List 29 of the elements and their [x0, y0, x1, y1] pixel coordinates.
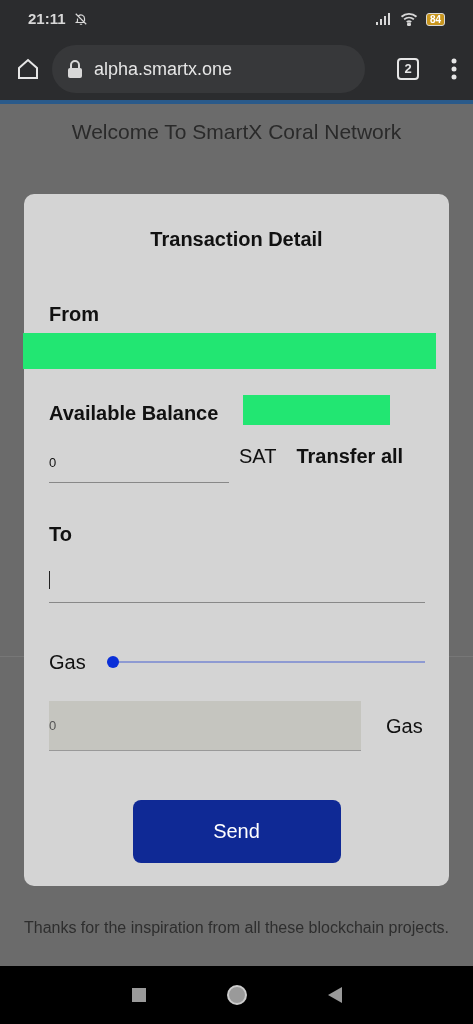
- to-label: To: [49, 521, 73, 547]
- home-circle-icon[interactable]: [225, 984, 248, 1006]
- amount-input[interactable]: 0: [49, 442, 229, 483]
- clock: 21:11: [28, 8, 66, 29]
- gas-slider[interactable]: [107, 654, 425, 669]
- lock-icon: [68, 60, 82, 78]
- more-icon[interactable]: [451, 58, 457, 80]
- tab-switcher[interactable]: 2: [397, 58, 419, 80]
- balance-label: Available Balance: [49, 400, 220, 425]
- gas-input[interactable]: 0: [49, 700, 361, 751]
- transfer-all-button[interactable]: Transfer all: [296, 440, 404, 471]
- url-text: alpha.smartx.one: [94, 57, 233, 81]
- battery-indicator: 84: [425, 12, 445, 26]
- slider-thumb[interactable]: [107, 655, 119, 668]
- signal-icon: [375, 13, 392, 25]
- dialog-title: Transaction Detail: [150, 226, 323, 252]
- page-heading: Welcome To SmartX Coral Network: [71, 119, 402, 145]
- back-icon[interactable]: [327, 987, 342, 1003]
- wifi-icon: [399, 12, 418, 26]
- footer-text: Thanks for the inspiration from all these blockchain projects.: [23, 917, 450, 938]
- recents-icon[interactable]: [131, 988, 146, 1002]
- unit-label: SAT: [239, 443, 277, 469]
- home-icon[interactable]: [16, 57, 40, 81]
- from-label: From: [49, 301, 100, 327]
- gas-label: Gas: [49, 649, 87, 675]
- send-button[interactable]: Send: [132, 799, 341, 863]
- gas-unit-label: Gas: [386, 713, 423, 739]
- bell-off-icon: [73, 12, 88, 26]
- address-bar[interactable]: alpha.smartx.one: [52, 45, 365, 93]
